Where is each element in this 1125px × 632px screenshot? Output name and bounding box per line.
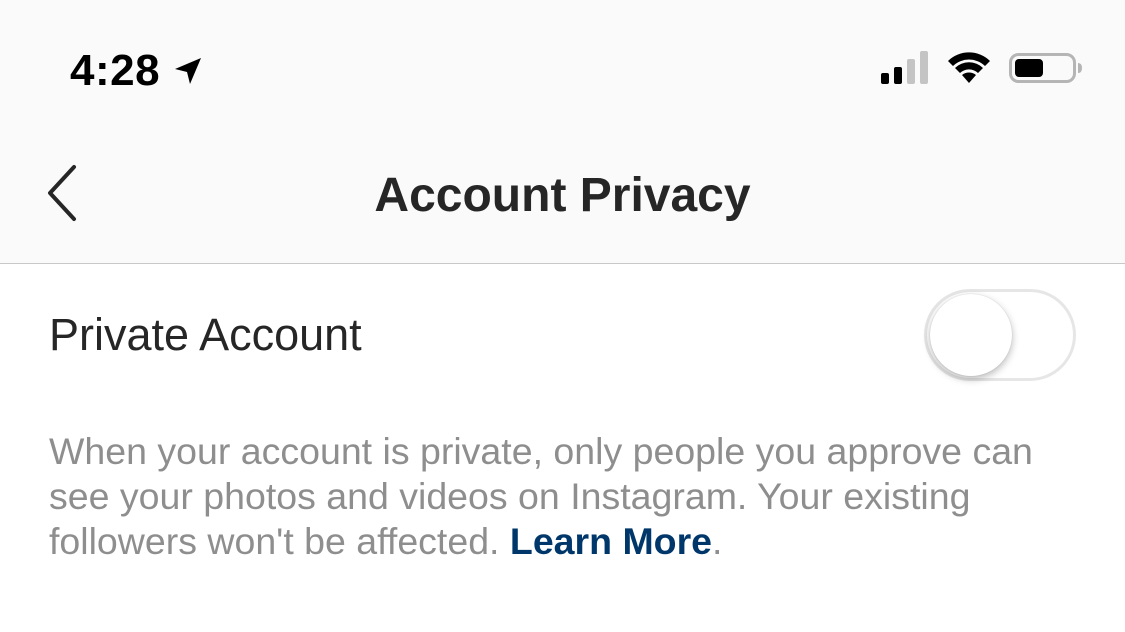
private-account-label: Private Account: [49, 309, 362, 360]
wifi-icon: [933, 50, 991, 86]
status-indicators: [881, 50, 1083, 86]
toggle-knob: [930, 294, 1012, 376]
description-trailing: .: [712, 520, 723, 562]
navigation-bar: Account Privacy: [0, 130, 1125, 264]
cellular-signal-icon: [881, 50, 933, 86]
location-arrow-icon: [172, 55, 204, 87]
status-time: 4:28: [70, 46, 161, 95]
privacy-settings: Private Account When your account is pri…: [0, 265, 1125, 632]
status-bar: 4:28: [0, 0, 1125, 130]
status-time-group: 4:28: [70, 46, 204, 96]
private-account-description: When your account is private, only peopl…: [49, 429, 1089, 564]
page-title: Account Privacy: [374, 169, 751, 222]
learn-more-link[interactable]: Learn More: [510, 520, 712, 562]
battery-icon: [991, 50, 1083, 86]
private-account-toggle[interactable]: [924, 289, 1076, 381]
